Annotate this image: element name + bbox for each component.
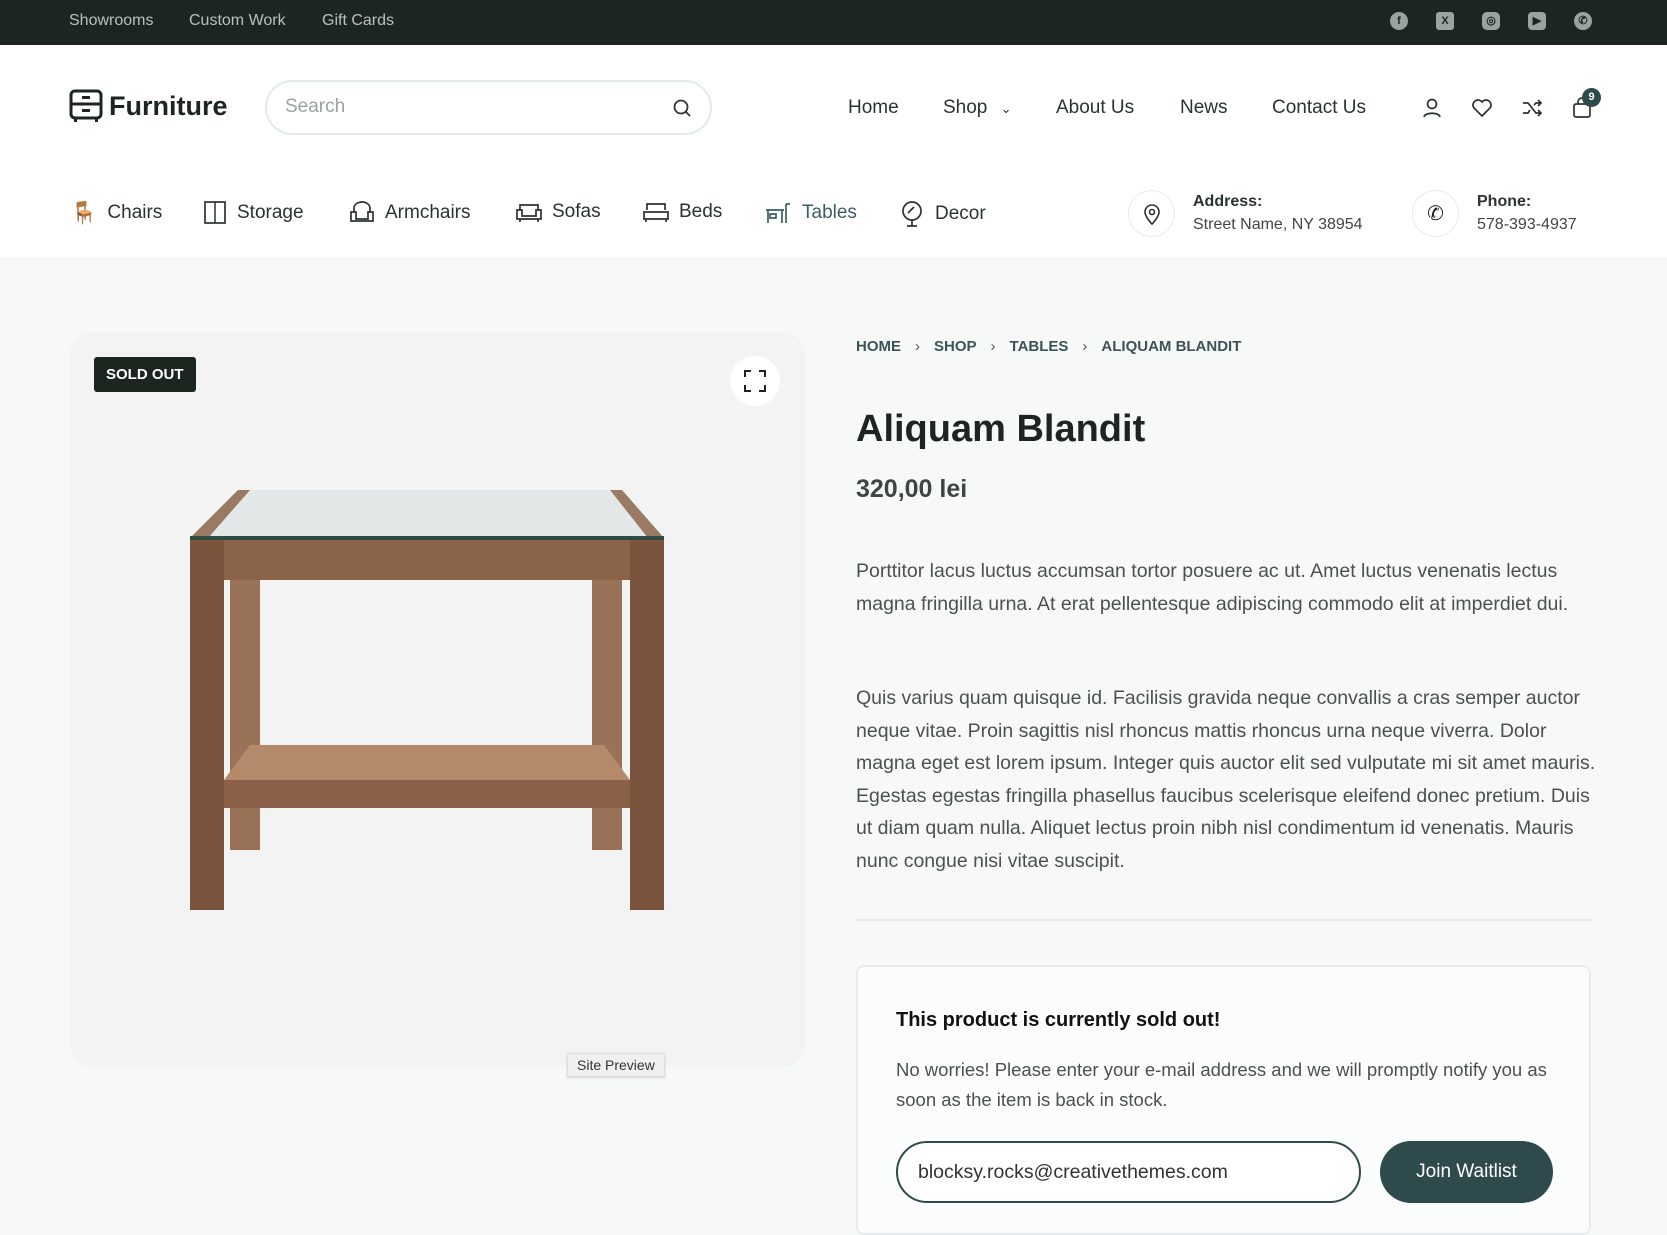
breadcrumb-tables[interactable]: TABLES [1010, 338, 1069, 355]
waitlist-heading: This product is currently sold out! [896, 1009, 1221, 1031]
address-label: Address: [1193, 193, 1263, 210]
storage-cabinet-icon [204, 201, 226, 224]
category-label: Storage [237, 202, 304, 223]
divider [856, 919, 1591, 921]
category-label: Tables [802, 202, 857, 223]
waitlist-box: This product is currently sold out! No w… [856, 965, 1591, 1235]
instagram-icon[interactable]: ◎ [1482, 12, 1500, 30]
nav-shop[interactable]: Shop ⌄ [943, 97, 1012, 119]
category-storage[interactable]: Storage [203, 200, 304, 226]
chair-icon: 🪑 [70, 200, 98, 225]
topbar-link-custom-work[interactable]: Custom Work [189, 12, 286, 30]
category-sofas[interactable]: Sofas [516, 200, 601, 224]
nav-contact-us[interactable]: Contact Us [1272, 97, 1366, 119]
join-waitlist-button[interactable]: Join Waitlist [1380, 1141, 1553, 1203]
waitlist-text: No worries! Please enter your e-mail add… [896, 1059, 1547, 1110]
whatsapp-icon[interactable]: ✆ [1574, 12, 1592, 30]
product-description-1: Porttitor lacus luctus accumsan tortor p… [856, 560, 1569, 615]
topbar-link-showrooms[interactable]: Showrooms [69, 12, 153, 30]
nav-news[interactable]: News [1180, 97, 1228, 119]
table-desk-icon [766, 203, 790, 223]
chevron-right-icon: › [990, 338, 996, 355]
glass-side-table-image [190, 490, 664, 910]
logo-icon [69, 89, 103, 122]
search-icon[interactable] [672, 98, 692, 118]
chevron-down-icon: ⌄ [1000, 101, 1012, 116]
decor-mirror-icon [902, 201, 922, 227]
category-label: Chairs [107, 202, 163, 223]
chevron-right-icon: › [1082, 338, 1088, 355]
bed-icon [643, 203, 669, 222]
category-tables[interactable]: Tables [764, 200, 857, 226]
expand-icon [744, 370, 766, 392]
nav-about-us[interactable]: About Us [1056, 97, 1134, 119]
category-chairs[interactable]: 🪑 Chairs [70, 200, 162, 226]
product-image[interactable] [70, 332, 805, 1067]
phone-label: Phone: [1477, 193, 1532, 210]
location-pin-icon [1128, 190, 1175, 237]
product-title: Aliquam Blandit [856, 408, 1146, 450]
breadcrumb: HOME › SHOP › TABLES › ALIQUAM BLANDIT [856, 338, 1241, 355]
category-label: Beds [679, 201, 723, 222]
logo-text: Furniture [109, 90, 228, 121]
site-preview-label: Site Preview [567, 1053, 665, 1077]
breadcrumb-shop[interactable]: SHOP [934, 338, 977, 355]
breadcrumb-home[interactable]: HOME [856, 338, 901, 355]
logo[interactable]: Furniture [69, 89, 228, 123]
category-beds[interactable]: Beds [643, 200, 722, 224]
phone-info: ✆ Phone: 578-393-4937 [1412, 190, 1577, 237]
x-twitter-icon[interactable]: X [1436, 12, 1454, 30]
top-bar: Showrooms Custom Work Gift Cards f X ◎ ▶… [0, 0, 1667, 45]
category-armchairs[interactable]: Armchairs [349, 200, 471, 226]
chevron-right-icon: › [915, 338, 920, 355]
email-input[interactable] [896, 1141, 1361, 1203]
product-price: 320,00 lei [856, 475, 968, 503]
category-label: Sofas [552, 201, 601, 222]
sofa-icon [516, 204, 542, 222]
phone-icon: ✆ [1412, 190, 1459, 237]
category-decor[interactable]: Decor [899, 200, 986, 228]
search-bar[interactable] [265, 80, 712, 135]
breadcrumb-current: ALIQUAM BLANDIT [1101, 338, 1242, 355]
category-label: Armchairs [385, 202, 471, 223]
user-icon[interactable] [1421, 97, 1443, 119]
address-value: Street Name, NY 38954 [1193, 216, 1363, 233]
nav-home[interactable]: Home [848, 97, 899, 119]
nav-shop-label: Shop [943, 97, 988, 118]
fullscreen-expand-button[interactable] [730, 356, 780, 406]
facebook-icon[interactable]: f [1390, 12, 1408, 30]
cart-count-badge: 9 [1582, 88, 1601, 107]
address-info: Address: Street Name, NY 38954 [1128, 190, 1363, 237]
topbar-link-gift-cards[interactable]: Gift Cards [322, 12, 394, 30]
youtube-icon[interactable]: ▶ [1528, 12, 1546, 30]
sold-out-badge: SOLD OUT [94, 357, 196, 392]
armchair-icon [350, 201, 374, 222]
compare-shuffle-icon[interactable] [1521, 97, 1543, 119]
category-label: Decor [935, 203, 986, 224]
search-input[interactable] [285, 96, 645, 118]
phone-value[interactable]: 578-393-4937 [1477, 216, 1577, 234]
heart-icon[interactable] [1471, 97, 1493, 119]
product-description-2: Quis varius quam quisque id. Facilisis g… [856, 687, 1596, 872]
